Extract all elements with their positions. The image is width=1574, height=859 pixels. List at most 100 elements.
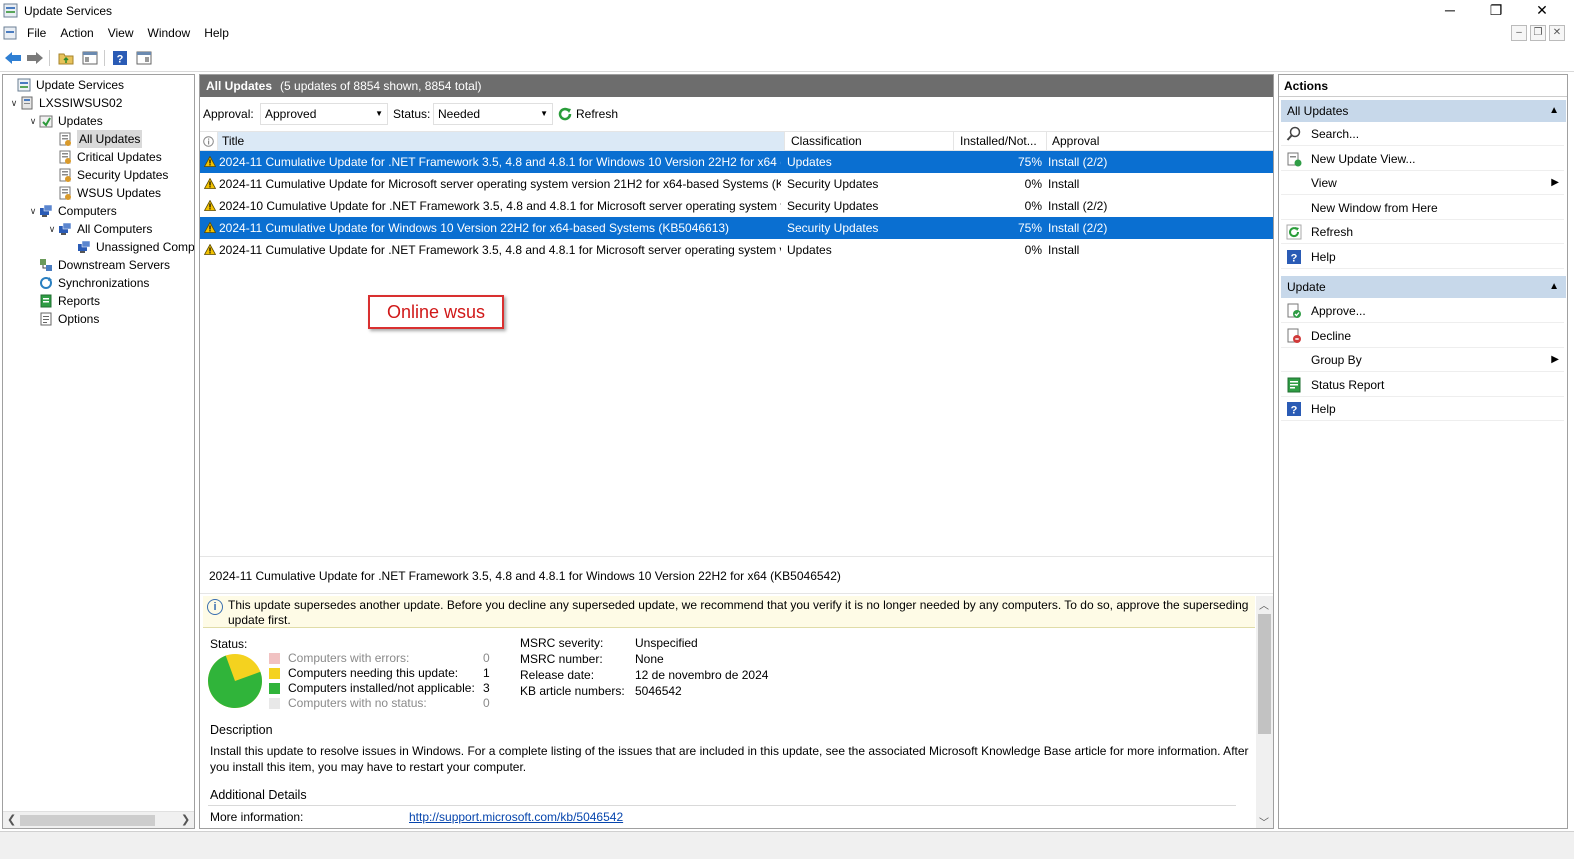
approval-select[interactable]: Approved ▼ <box>260 103 388 125</box>
tree-item[interactable]: ∨ All Computers <box>46 220 153 238</box>
refresh-button[interactable]: Refresh <box>557 104 618 124</box>
column-approval[interactable]: Approval <box>1048 132 1273 151</box>
tree-item[interactable]: Synchronizations <box>27 274 149 292</box>
status-select[interactable]: Needed ▼ <box>433 103 553 125</box>
update-installed-percent: 0% <box>1024 243 1042 257</box>
column-installed[interactable]: Installed/Not... <box>956 132 1047 151</box>
tree-item[interactable]: Downstream Servers <box>27 256 170 274</box>
tree-item[interactable]: ∨ Updates <box>27 112 103 130</box>
action-approve[interactable]: Approve... <box>1281 299 1564 323</box>
section-update[interactable]: Update ▲ <box>1281 276 1566 298</box>
section-all-updates[interactable]: All Updates ▲ <box>1281 100 1566 122</box>
collapse-icon[interactable]: ▲ <box>1549 100 1559 122</box>
mdi-restore-button[interactable]: ❐ <box>1530 25 1546 41</box>
scrollbar-thumb[interactable] <box>20 815 155 826</box>
details-vertical-scrollbar[interactable]: ︿ ﹀ <box>1256 596 1273 828</box>
svg-text:?: ? <box>1291 405 1298 417</box>
tree-item[interactable]: Options <box>27 310 99 328</box>
tree-item[interactable]: Security Updates <box>46 166 168 184</box>
tree-item-label: Security Updates <box>77 168 169 182</box>
tree-item[interactable]: ∨ Computers <box>27 202 117 220</box>
action-decline[interactable]: Decline <box>1281 324 1564 348</box>
tree-item[interactable]: ∨ LXSSIWSUS02 <box>8 94 123 112</box>
supersede-info-bar: i This update supersedes another update.… <box>203 596 1255 628</box>
tree-item[interactable]: Unassigned Computers <box>65 238 194 256</box>
expand-chevron-icon[interactable]: ∨ <box>46 220 58 238</box>
menu-help[interactable]: Help <box>197 22 236 44</box>
mdi-minimize-button[interactable]: – <box>1511 25 1527 41</box>
tree-item-label: Critical Updates <box>77 150 162 164</box>
property-label: Release date: <box>520 668 595 682</box>
action-new-window-from-here[interactable]: New Window from Here <box>1281 196 1564 220</box>
app-menu-icon[interactable] <box>3 26 17 40</box>
update-title: 2024-11 Cumulative Update for .NET Frame… <box>219 155 781 169</box>
action-label: Approve... <box>1311 304 1366 318</box>
column-classification[interactable]: Classification <box>787 132 954 151</box>
expand-chevron-icon[interactable]: ∨ <box>8 94 20 112</box>
legend-count: 0 <box>483 651 490 665</box>
property-value: None <box>635 652 664 666</box>
tree-item[interactable]: WSUS Updates <box>46 184 161 202</box>
action-new-update-view[interactable]: New Update View... <box>1281 147 1564 171</box>
svg-text:?: ? <box>117 54 124 66</box>
update-view-icon <box>58 150 72 164</box>
info-column-header[interactable] <box>200 132 218 151</box>
show-hide-tree-button[interactable] <box>80 48 100 68</box>
scrollbar-thumb[interactable] <box>1258 614 1271 734</box>
info-text-line2: update first. <box>228 613 291 627</box>
menu-window[interactable]: Window <box>141 22 198 44</box>
back-button[interactable] <box>3 48 23 68</box>
collapse-icon[interactable]: ▲ <box>1549 276 1559 298</box>
scroll-down-icon[interactable]: ﹀ <box>1259 814 1269 828</box>
minimize-button[interactable]: ─ <box>1427 0 1473 22</box>
expand-chevron-icon[interactable]: ∨ <box>27 202 39 220</box>
updates-folder-icon <box>39 114 53 128</box>
scroll-right-icon[interactable]: ❯ <box>181 813 190 826</box>
options-icon <box>39 312 53 326</box>
action-view[interactable]: View ▶ <box>1281 171 1564 196</box>
scroll-up-icon[interactable]: ︿ <box>1259 597 1269 612</box>
menu-file[interactable]: File <box>20 22 53 44</box>
action-help[interactable]: ? Help <box>1281 397 1564 422</box>
table-row[interactable]: 2024-11 Cumulative Update for .NET Frame… <box>200 151 1273 173</box>
tree-horizontal-scrollbar[interactable]: ❮ ❯ <box>3 811 194 828</box>
close-button[interactable]: ✕ <box>1519 0 1565 22</box>
action-status-report[interactable]: Status Report <box>1281 373 1564 397</box>
more-info-link[interactable]: http://support.microsoft.com/kb/5046542 <box>409 810 623 824</box>
table-row[interactable]: 2024-11 Cumulative Update for Microsoft … <box>200 173 1273 195</box>
server-icon <box>20 96 34 110</box>
action-search[interactable]: Search... <box>1281 122 1564 146</box>
search-icon <box>1286 126 1302 142</box>
show-hide-action-pane-button[interactable] <box>134 48 154 68</box>
property-label: KB article numbers: <box>520 684 625 698</box>
toolbar-separator <box>104 50 105 66</box>
tree-item-label: LXSSIWSUS02 <box>39 96 123 110</box>
tree-item[interactable]: Critical Updates <box>46 148 162 166</box>
forward-button[interactable] <box>25 48 45 68</box>
menu-view[interactable]: View <box>101 22 141 44</box>
expand-chevron-icon[interactable]: ∨ <box>27 112 39 130</box>
action-label: View <box>1311 176 1337 191</box>
tree-item[interactable]: Reports <box>27 292 100 310</box>
mdi-close-button[interactable]: ✕ <box>1549 25 1565 41</box>
scroll-left-icon[interactable]: ❮ <box>7 813 16 826</box>
action-group-by[interactable]: Group By ▶ <box>1281 348 1564 373</box>
action-label: Refresh <box>1311 225 1354 240</box>
maximize-button[interactable]: ❐ <box>1473 0 1519 22</box>
toolbar: ? <box>0 44 1574 72</box>
tree-item-label: Downstream Servers <box>58 258 171 272</box>
action-refresh[interactable]: Refresh <box>1281 220 1564 245</box>
tree-item[interactable]: Update Services <box>5 76 124 94</box>
tree-item[interactable]: All Updates <box>46 130 143 148</box>
table-row[interactable]: 2024-11 Cumulative Update for .NET Frame… <box>200 239 1273 261</box>
action-help[interactable]: ? Help <box>1281 245 1564 269</box>
column-title[interactable]: Title <box>218 132 785 151</box>
table-row[interactable]: 2024-11 Cumulative Update for Windows 10… <box>200 217 1273 239</box>
menu-action[interactable]: Action <box>53 22 100 44</box>
reports-icon <box>39 294 53 308</box>
help-toolbar-button[interactable]: ? <box>110 48 130 68</box>
center-pane: All Updates (5 updates of 8854 shown, 885… <box>199 74 1274 829</box>
table-row[interactable]: 2024-10 Cumulative Update for .NET Frame… <box>200 195 1273 217</box>
dropdown-arrow-icon: ▼ <box>540 109 548 118</box>
up-folder-button[interactable] <box>56 48 76 68</box>
